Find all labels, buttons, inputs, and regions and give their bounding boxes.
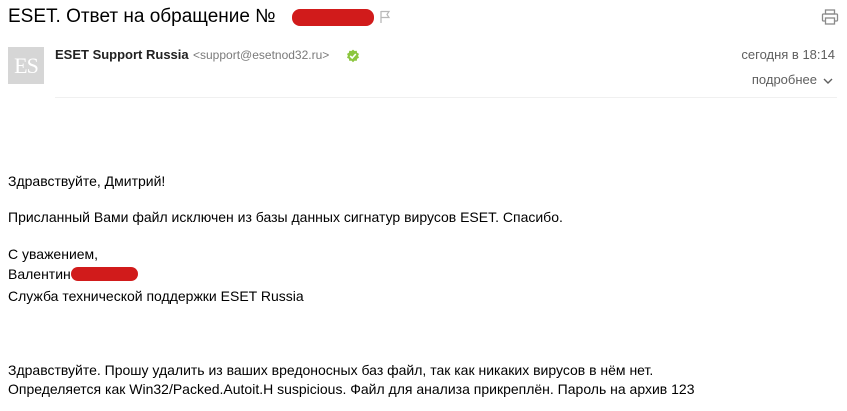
body-message: Присланный Вами файл исключен из базы да… — [8, 209, 563, 225]
print-icon[interactable] — [821, 8, 839, 26]
body-closing: С уважением, — [8, 246, 99, 262]
quoted-line-2: Определяется как Win32/Packed.Autoit.H s… — [8, 381, 695, 397]
avatar: ES — [8, 47, 44, 84]
signature-name-line: Валентин — [8, 264, 138, 284]
email-subject: ESET. Ответ на обращение № — [8, 6, 276, 27]
redacted-ticket-number — [292, 9, 374, 26]
sender-email[interactable]: <support@esetnod32.ru> — [193, 48, 329, 62]
signature-org: Служба технической поддержки ESET Russia — [8, 288, 304, 304]
quoted-line-1: Здравствуйте. Прошу удалить из ваших вре… — [8, 362, 654, 378]
redacted-surname — [70, 267, 138, 281]
email-date: сегодня в 18:14 — [741, 47, 835, 62]
body-greeting: Здравствуйте, Дмитрий! — [8, 173, 166, 189]
chevron-down-icon[interactable] — [823, 77, 833, 85]
email-subject-row: ESET. Ответ на обращение № — [8, 4, 839, 30]
verified-badge-icon — [347, 49, 359, 63]
header-divider — [55, 97, 837, 98]
details-toggle-button[interactable]: подробнее — [752, 72, 833, 87]
sender-name[interactable]: ESET Support Russia — [55, 47, 189, 62]
flag-icon[interactable] — [379, 10, 391, 24]
signature-name: Валентин — [8, 266, 71, 282]
details-label[interactable]: подробнее — [752, 72, 817, 87]
